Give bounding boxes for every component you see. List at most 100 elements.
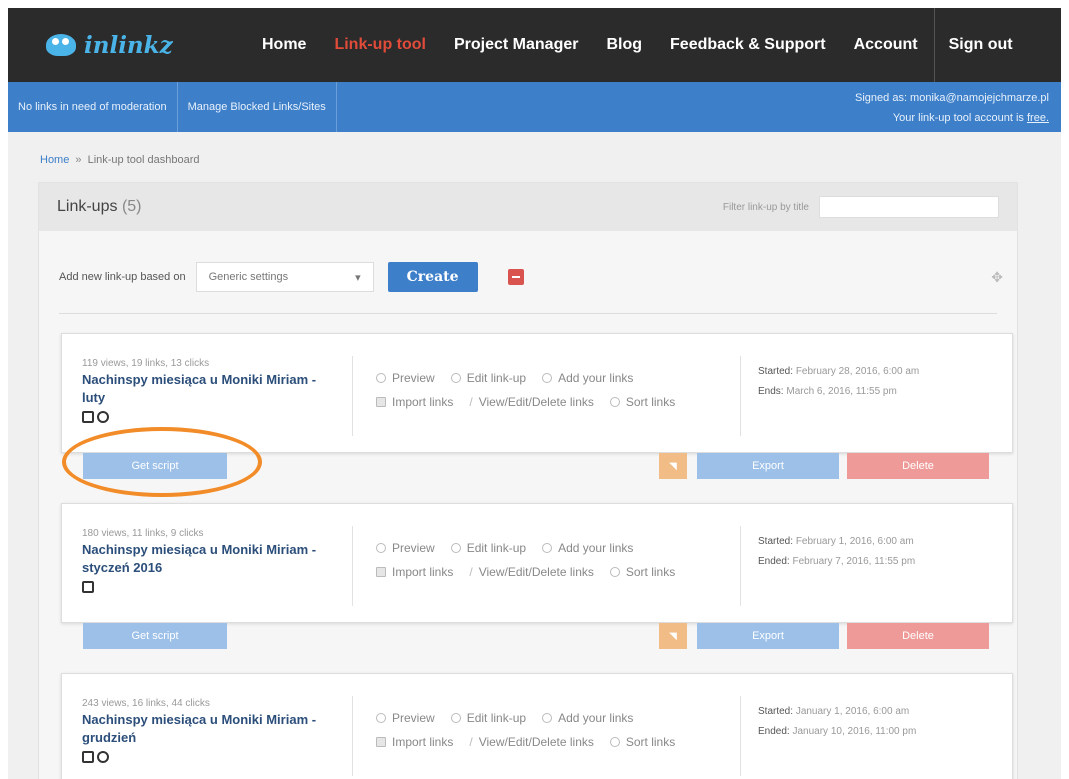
account-info: Signed as: monika@namojejchmarze.pl Your…	[843, 82, 1061, 132]
preview-action[interactable]: Preview	[376, 706, 435, 730]
eye-icon	[376, 373, 386, 383]
chevron-down-icon: ▾	[355, 271, 361, 284]
panel-title-text: Link-ups	[57, 198, 118, 215]
pencil-icon: /	[469, 565, 473, 579]
nav-project-manager[interactable]: Project Manager	[454, 36, 578, 54]
edit-linkup-action[interactable]: Edit link-up	[450, 706, 526, 730]
view-edit-delete-action[interactable]: / View/Edit/Delete links	[469, 390, 594, 414]
plus-icon	[542, 713, 553, 723]
linkup-stats: 180 views, 11 links, 9 clicks	[82, 528, 204, 539]
linkup-title[interactable]: Nachinspy miesiąca u Moniki Miriam - sty…	[82, 541, 332, 577]
start-date: January 1, 2016, 6:00 am	[795, 706, 910, 717]
sort-icon	[609, 737, 620, 747]
add-linkup-label: Add new link-up based on	[59, 271, 186, 283]
add-links-action[interactable]: Add your links	[542, 366, 633, 390]
clock-icon	[97, 751, 109, 763]
linkup-icons	[82, 411, 332, 423]
panel-title: Link-ups (5)	[57, 198, 142, 216]
edit-linkup-action[interactable]: Edit link-up	[450, 536, 526, 560]
import-label: Import links	[392, 565, 454, 579]
sort-links-action[interactable]: Sort links	[609, 560, 675, 584]
eye-icon	[376, 713, 386, 723]
sub-navbar: No links in need of moderation Manage Bl…	[8, 82, 1061, 132]
linkup-buttons: Get script ◥ Export Delete	[61, 623, 1013, 649]
preview-label: Preview	[392, 541, 435, 555]
linkup-card: 243 views, 16 links, 44 clicks Nachinspy…	[61, 673, 1013, 779]
view-edit-delete-action[interactable]: / View/Edit/Delete links	[469, 730, 594, 754]
linkup-dates: Started: February 1, 2016, 6:00 am Ended…	[758, 532, 915, 572]
import-links-action[interactable]: Import links	[376, 730, 453, 754]
export-button[interactable]: Export	[697, 623, 839, 649]
breadcrumb-current: Link-up tool dashboard	[87, 154, 200, 166]
import-label: Import links	[392, 735, 454, 749]
main-nav: Home Link-up tool Project Manager Blog F…	[262, 8, 1041, 82]
expand-icon[interactable]: ✥	[991, 269, 1003, 286]
account-type-link[interactable]: free.	[1027, 112, 1049, 124]
divider	[59, 313, 997, 314]
preview-action[interactable]: Preview	[376, 536, 435, 560]
linkup-actions: Preview Edit link-up Add your links Impo…	[376, 706, 675, 754]
breadcrumb-home[interactable]: Home	[40, 154, 69, 166]
sort-links-action[interactable]: Sort links	[609, 390, 675, 414]
filter-label: Filter link-up by title	[722, 201, 809, 213]
account-prefix: Your link-up tool account is	[892, 112, 1027, 124]
divider	[352, 696, 353, 776]
sort-icon	[609, 567, 620, 577]
delete-button[interactable]: Delete	[847, 623, 989, 649]
divider	[352, 526, 353, 606]
import-label: Import links	[392, 395, 454, 409]
breadcrumb-separator: »	[75, 154, 82, 166]
preview-action[interactable]: Preview	[376, 366, 435, 390]
linkup-summary: 180 views, 11 links, 9 clicks Nachinspy …	[82, 528, 332, 593]
add-links-action[interactable]: Add your links	[542, 536, 633, 560]
get-script-button[interactable]: Get script	[83, 623, 227, 649]
linkup-title[interactable]: Nachinspy miesiąca u Moniki Miriam - lut…	[82, 371, 332, 407]
import-icon	[376, 737, 386, 747]
add-links-action[interactable]: Add your links	[542, 706, 633, 730]
divider	[352, 356, 353, 436]
document-icon	[82, 751, 94, 763]
start-label: Started:	[758, 706, 794, 717]
add-linkup-row: Add new link-up based on Generic setting…	[39, 231, 1017, 301]
nav-link-up-tool[interactable]: Link-up tool	[334, 36, 426, 54]
template-select-value: Generic settings	[208, 271, 289, 283]
edit-linkup-action[interactable]: Edit link-up	[450, 366, 526, 390]
nav-feedback-support[interactable]: Feedback & Support	[670, 36, 826, 54]
delete-button[interactable]: Delete	[847, 453, 989, 479]
import-links-action[interactable]: Import links	[376, 560, 453, 584]
sort-links-action[interactable]: Sort links	[609, 730, 675, 754]
preview-label: Preview	[392, 711, 435, 725]
filter-input[interactable]	[819, 196, 999, 218]
document-icon	[82, 581, 94, 593]
divider	[740, 526, 741, 606]
rss-icon[interactable]: ◥	[659, 623, 687, 649]
nav-account[interactable]: Account	[854, 36, 918, 54]
edit-icon	[450, 373, 461, 383]
nav-home[interactable]: Home	[262, 36, 306, 54]
linkup-stats: 119 views, 19 links, 13 clicks	[82, 358, 210, 369]
clock-icon	[97, 411, 109, 423]
view-edit-delete-action[interactable]: / View/Edit/Delete links	[469, 560, 594, 584]
remove-icon[interactable]	[507, 269, 524, 285]
logo-text: inlinkz	[84, 31, 173, 59]
blocked-links-link[interactable]: Manage Blocked Links/Sites	[178, 82, 337, 132]
template-select[interactable]: Generic settings ▾	[195, 262, 374, 292]
edit-icon	[450, 543, 461, 553]
sort-icon	[609, 397, 620, 407]
add-links-label: Add your links	[558, 371, 634, 385]
moderation-link[interactable]: No links in need of moderation	[8, 82, 178, 132]
import-icon	[376, 567, 386, 577]
rss-icon[interactable]: ◥	[659, 453, 687, 479]
logo[interactable]: inlinkz	[46, 32, 262, 59]
nav-blog[interactable]: Blog	[606, 36, 642, 54]
linkup-stats: 243 views, 16 links, 44 clicks	[82, 698, 210, 709]
export-button[interactable]: Export	[697, 453, 839, 479]
linkup-dates: Started: January 1, 2016, 6:00 am Ended:…	[758, 702, 916, 742]
import-links-action[interactable]: Import links	[376, 390, 453, 414]
nav-sign-out[interactable]: Sign out	[949, 36, 1013, 54]
linkup-title[interactable]: Nachinspy miesiąca u Moniki Miriam - gru…	[82, 711, 332, 747]
create-button[interactable]: Create	[387, 262, 478, 292]
logo-icon	[46, 34, 76, 56]
filter-group: Filter link-up by title	[723, 196, 999, 218]
add-links-label: Add your links	[558, 541, 634, 555]
